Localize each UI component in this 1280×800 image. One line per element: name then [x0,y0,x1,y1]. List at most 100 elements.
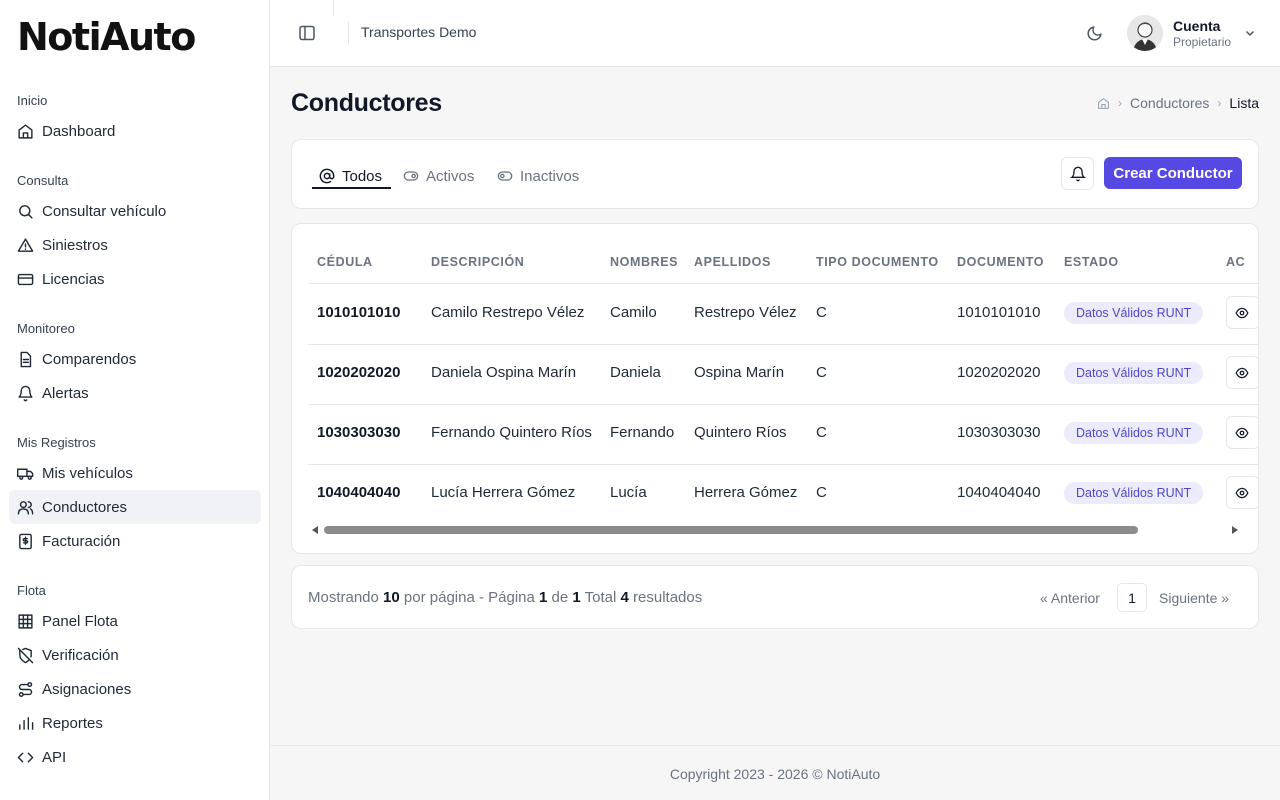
sidebar-item-mis-vehiculos[interactable]: Mis vehículos [9,456,261,490]
notifications-button[interactable] [1061,157,1094,190]
shield-off-icon [17,647,34,664]
sidebar-toggle-icon[interactable] [298,24,316,42]
logo[interactable]: NotiAuto [17,14,196,60]
sidebar-item-comparendos[interactable]: Comparendos [9,342,261,376]
pagination-text: resultados [633,589,703,606]
pagination-text: por página - Página [403,589,535,606]
sidebar-item-siniestros[interactable]: Siniestros [9,228,261,262]
cell-apellidos: Herrera Gómez [694,484,798,501]
bell-icon [17,385,34,402]
scroll-right-arrow[interactable] [1232,526,1238,534]
company-name: Transportes Demo [361,24,477,40]
cell-cedula: 1020202020 [317,364,401,381]
pagination-text: de [551,589,569,606]
nav-section-title: Inicio [17,93,48,108]
cell-cedula: 1040404040 [317,484,401,501]
route-icon [17,681,34,698]
cell-nombres: Fernando [610,424,675,441]
eye-icon [1235,366,1249,380]
sidebar-item-panel-flota[interactable]: Panel Flota [9,604,261,638]
header-divider [308,283,1258,284]
footer: Copyright 2023 - 2026 © NotiAuto [270,745,1280,800]
cell-nombres: Lucía [610,484,647,501]
sidebar-item-label: Alertas [42,384,89,402]
chevron-down-icon[interactable] [1244,27,1256,39]
nav-gap [0,148,270,164]
view-driver-button[interactable] [1226,296,1258,329]
nav-gap [0,410,270,426]
sidebar-item-label: Panel Flota [42,612,118,630]
horizontal-scrollbar[interactable] [324,526,1138,534]
sidebar-item-reportes[interactable]: Reportes [9,706,261,740]
copyright: Copyright 2023 - 2026 © NotiAuto [669,766,881,782]
cell-cedula: 1010101010 [317,304,401,321]
page-button-1[interactable]: 1 [1117,583,1147,612]
status-badge: Datos Válidos RUNT [1064,362,1204,384]
truck-icon [17,465,34,482]
tab-inactivos[interactable]: Inactivos [497,162,579,190]
column-header[interactable]: DESCRIPCIÓN [431,255,524,269]
moon-icon[interactable] [1086,25,1103,42]
cell-cedula: 1030303030 [317,424,401,441]
sidebar-item-label: Asignaciones [42,680,132,698]
home-icon [17,123,34,140]
cell-apellidos: Quintero Ríos [694,424,787,441]
status-badge: Datos Válidos RUNT [1064,302,1204,324]
search-icon [17,203,34,220]
column-header[interactable]: APELLIDOS [694,255,771,269]
scroll-left-arrow[interactable] [312,526,318,534]
sidebar-item-label: Reportes [42,714,103,732]
warning-icon [17,237,34,254]
previous-page-button[interactable]: « Anterior [1040,590,1100,606]
view-driver-button[interactable] [1226,416,1258,449]
home-icon[interactable] [1097,97,1110,110]
sidebar-item-verificacion[interactable]: Verificación [9,638,261,672]
view-driver-button[interactable] [1226,356,1258,389]
bell-icon [1069,166,1086,182]
pages-value: 1 [572,589,581,606]
cell-descripcion: Lucía Herrera Gómez [431,484,576,501]
sidebar-item-consultar-vehiculo[interactable]: Consultar vehículo [9,194,261,228]
tab-label: Activos [426,167,475,185]
view-driver-button[interactable] [1226,476,1258,509]
column-header[interactable]: CÉDULA [317,255,373,269]
sidebar-item-asignaciones[interactable]: Asignaciones [9,672,261,706]
code-icon [17,749,34,766]
column-header[interactable]: TIPO DOCUMENTO [816,255,939,269]
card-icon [17,271,34,288]
cell-documento: 1020202020 [957,364,1041,381]
column-header[interactable]: ESTADO [1064,255,1119,269]
cell-tipo: C [816,424,827,441]
column-header[interactable]: AC [1226,255,1245,269]
tab-todos[interactable]: Todos [319,162,382,190]
nav-section-title: Flota [17,583,46,598]
bar-chart-icon [17,715,34,732]
create-driver-button[interactable]: Crear Conductor [1104,157,1242,189]
breadcrumb-section[interactable]: Conductores [1130,95,1209,111]
filter-tabs-card: Todos Activos Inactivos Crear Conductor [291,139,1259,209]
account-name[interactable]: Cuenta [1173,18,1220,34]
column-header[interactable]: NOMBRES [610,255,678,269]
sidebar-item-dashboard[interactable]: Dashboard [9,114,261,148]
sidebar-item-conductores[interactable]: Conductores [9,490,261,524]
sidebar-item-label: Siniestros [42,236,108,254]
header-divider-top [333,0,334,16]
eye-icon [1235,306,1249,320]
sidebar-item-api[interactable]: API [9,740,261,774]
cell-apellidos: Restrepo Vélez [694,304,797,321]
cell-descripcion: Camilo Restrepo Vélez [431,304,585,321]
sidebar-item-facturacion[interactable]: Facturación [9,524,261,558]
tab-activos[interactable]: Activos [403,162,474,190]
next-page-button[interactable]: Siguiente » [1159,590,1229,606]
column-header[interactable]: DOCUMENTO [957,255,1044,269]
receipt-icon [17,533,34,550]
logo-text: NotiAuto [17,15,196,59]
sidebar-item-label: Facturación [42,532,121,550]
page-value: 1 [539,589,548,606]
row-divider [308,344,1258,345]
sidebar-item-alertas[interactable]: Alertas [9,376,261,410]
sidebar-item-label: Licencias [42,270,105,288]
avatar[interactable] [1127,15,1163,51]
sidebar-item-licencias[interactable]: Licencias [9,262,261,296]
grid-icon [17,613,34,630]
